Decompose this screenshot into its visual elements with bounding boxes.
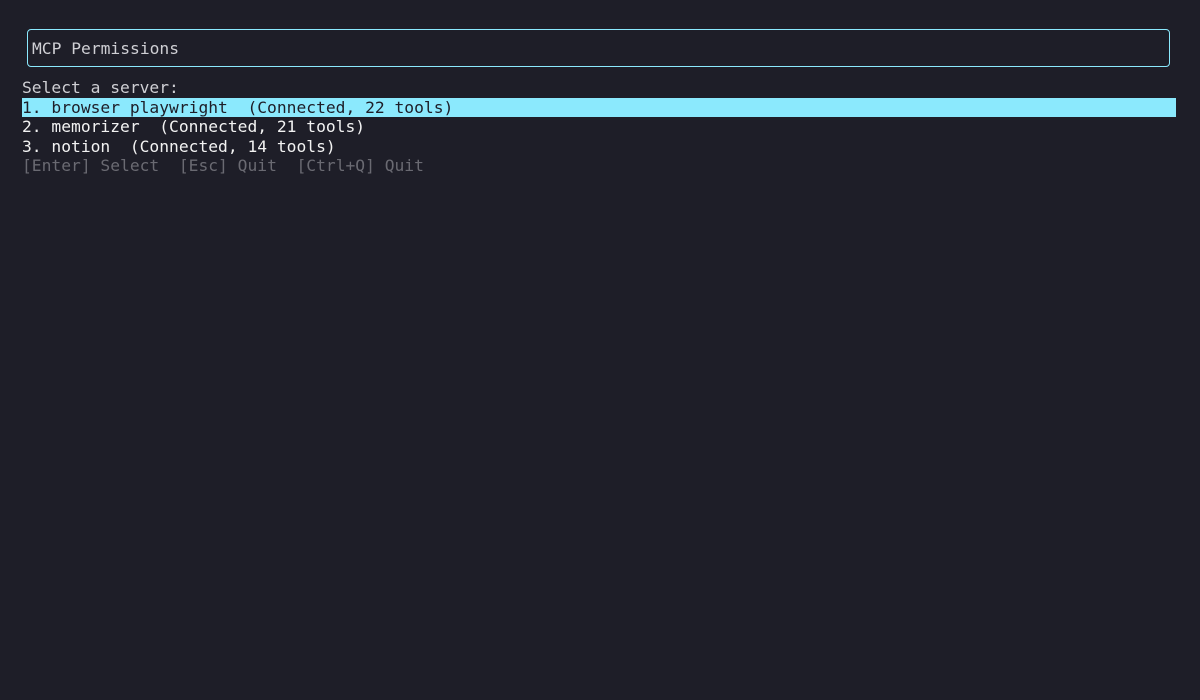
- esc-quit-hint: [Esc] Quit: [178, 156, 277, 175]
- page-title: MCP Permissions: [32, 39, 180, 58]
- server-item-notion[interactable]: 3. notion (Connected, 14 tools): [22, 137, 1176, 157]
- ctrl-q-quit-hint: [Ctrl+Q] Quit: [296, 156, 424, 175]
- title-panel: MCP Permissions: [27, 29, 1170, 67]
- select-prompt: Select a server:: [22, 78, 179, 97]
- server-selection: Select a server: 1. browser playwright (…: [22, 78, 1176, 176]
- keyboard-hints: [Enter] Select [Esc] Quit [Ctrl+Q] Quit: [22, 156, 1176, 176]
- enter-select-hint: [Enter] Select: [22, 156, 160, 175]
- server-item-memorizer[interactable]: 2. memorizer (Connected, 21 tools): [22, 117, 1176, 137]
- server-item-browser-playwright[interactable]: 1. browser playwright (Connected, 22 too…: [22, 97, 1176, 117]
